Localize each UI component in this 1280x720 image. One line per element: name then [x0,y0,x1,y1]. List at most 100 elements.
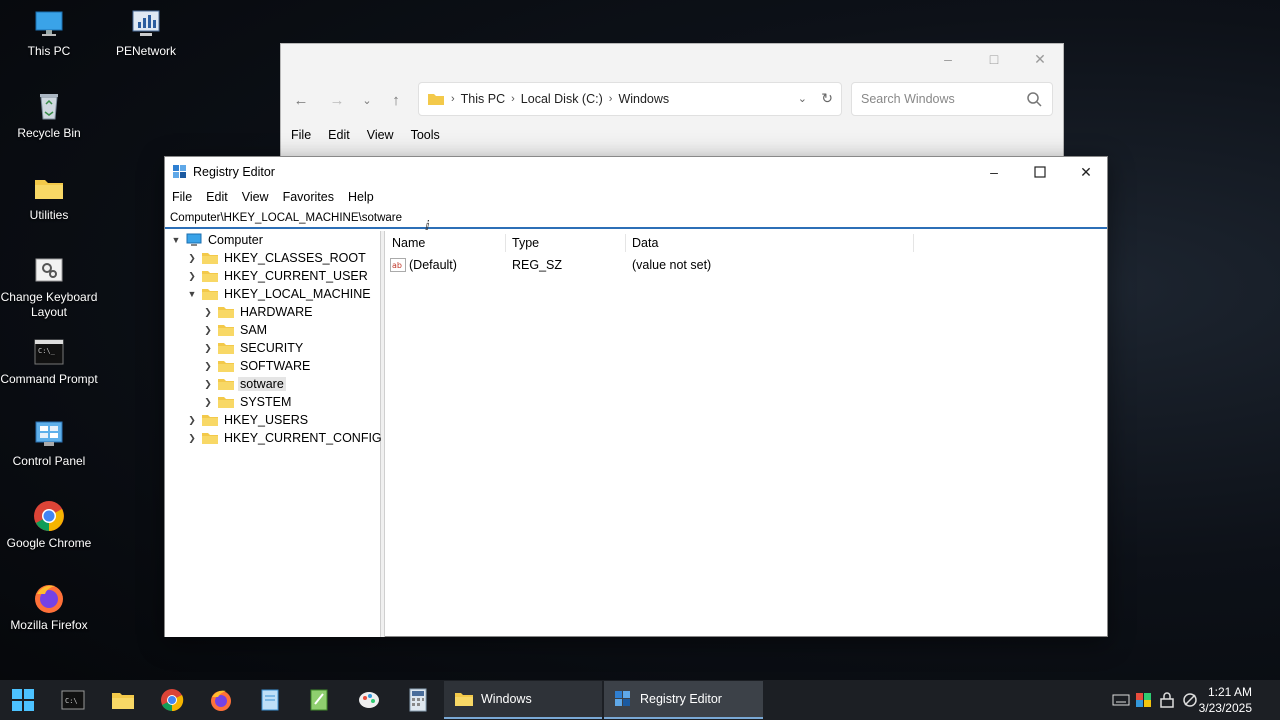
column-header-type[interactable]: Type [506,234,626,252]
forward-button[interactable]: → [325,88,349,112]
taskbar-editor[interactable] [299,684,339,716]
chevron-right-icon[interactable]: ❯ [201,325,215,336]
registry-editor-window[interactable]: Registry Editor – ✕ File Edit View Favor… [164,156,1108,637]
tree-node-hkey-users[interactable]: ❯ HKEY_USERS [185,411,310,429]
breadcrumb-item[interactable]: This PC [461,92,505,106]
up-button[interactable]: ↑ [384,88,408,112]
tree-node-hardware[interactable]: ❯ HARDWARE [201,303,314,321]
calculator-icon [409,688,427,712]
desktop-icon-penetwork[interactable]: PENetwork [97,8,195,59]
chevron-right-icon[interactable]: ❯ [201,397,215,408]
chevron-right-icon[interactable]: ❯ [201,307,215,318]
folder-icon [202,253,218,264]
display-tray-icon[interactable] [1135,692,1153,708]
breadcrumb-item[interactable]: Local Disk (C:) [521,92,603,106]
tree-node-system[interactable]: ❯ SYSTEM [201,393,293,411]
chevron-right-icon[interactable]: ❯ [185,271,199,282]
lock-tray-icon[interactable] [1158,692,1176,708]
taskbar-firefox[interactable] [201,684,241,716]
folder-icon [218,361,234,372]
tree-node-hkey-classes-root[interactable]: ❯ HKEY_CLASSES_ROOT [185,249,368,267]
search-input[interactable]: Search Windows [851,82,1053,116]
tree-node-security[interactable]: ❯ SECURITY [201,339,305,357]
tree-node-label: HKEY_USERS [224,413,309,427]
firefox-icon [33,582,65,614]
chevron-down-icon[interactable]: ⌄ [798,92,807,105]
maximize-button[interactable] [1017,157,1063,187]
close-button[interactable]: ✕ [1063,157,1109,187]
desktop-icon-control-panel[interactable]: Control Panel [0,418,98,469]
taskbar-notepad[interactable] [250,684,290,716]
minimize-button[interactable]: – [971,157,1017,187]
address-bar[interactable]: › This PC › Local Disk (C:) › Windows ⌄ … [418,82,842,116]
menu-view[interactable]: View [367,128,394,142]
chevron-right-icon[interactable]: ❯ [185,415,199,426]
desktop-icon-recycle-bin[interactable]: Recycle Bin [0,90,98,141]
chevron-down-icon[interactable]: ▼ [185,289,199,299]
back-button[interactable]: ← [289,88,313,112]
close-button[interactable]: ✕ [1017,44,1063,74]
taskbar-calculator[interactable] [398,684,438,716]
chevron-down-icon[interactable]: ▼ [169,235,183,245]
windows-logo-icon [12,689,34,711]
chevron-right-icon[interactable]: ❯ [185,433,199,444]
maximize-button[interactable]: □ [971,44,1017,74]
menu-file[interactable]: File [172,187,192,207]
taskbar-command-prompt[interactable]: C:\ [53,684,93,716]
values-list[interactable]: Name Type Data ab (Default) REG_SZ (valu… [386,231,1107,637]
recent-locations-button[interactable]: ⌄ [355,88,379,112]
minimize-button[interactable]: – [925,44,971,74]
menu-edit[interactable]: Edit [328,128,350,142]
folder-icon [202,415,218,426]
desktop-icon-google-chrome[interactable]: Google Chrome [0,500,98,551]
menu-view[interactable]: View [242,187,269,207]
keyboard-tray-icon[interactable] [1112,692,1130,708]
refresh-icon[interactable]: ↻ [821,90,833,107]
menu-edit[interactable]: Edit [206,187,228,207]
registry-tree[interactable]: ▼ Computer ❯ HKEY_CLASSES_ROOT ❯ HKEY_CU… [165,231,384,637]
registry-editor-icon [173,165,186,178]
arrow-left-icon: ← [293,91,309,109]
taskbar-task-registry-editor[interactable]: Registry Editor [604,681,763,719]
taskbar-paint[interactable] [349,684,389,716]
chevron-right-icon[interactable]: ❯ [201,379,215,390]
taskbar-chrome[interactable] [152,684,192,716]
column-header-data[interactable]: Data [626,234,914,252]
chevron-right-icon[interactable]: ❯ [185,253,199,264]
desktop-icon-change-keyboard-layout[interactable]: Change Keyboard Layout [0,254,98,320]
tree-node-hkey-local-machine[interactable]: ▼ HKEY_LOCAL_MACHINE [185,285,373,303]
taskbar-file-explorer[interactable] [103,684,143,716]
tree-node-hkey-current-config[interactable]: ❯ HKEY_CURRENT_CONFIG [185,429,384,447]
desktop-icon-command-prompt[interactable]: C:\_ Command Prompt [0,336,98,387]
column-header-name[interactable]: Name [386,234,506,252]
desktop-icon-label: PENetwork [115,44,177,58]
folder-icon [218,343,234,354]
desktop-icon-utilities[interactable]: Utilities [0,172,98,223]
path-input[interactable]: Computer\HKEY_LOCAL_MACHINE\sotware [165,207,1107,229]
pane-splitter[interactable] [381,231,385,637]
tree-node-sotware[interactable]: ❯ sotware [201,375,286,393]
menu-tools[interactable]: Tools [411,128,440,142]
breadcrumb-item[interactable]: Windows [618,92,669,106]
text-cursor-icon: ⅈ [425,218,430,233]
menu-file[interactable]: File [291,128,311,142]
tree-node-sam[interactable]: ❯ SAM [201,321,269,339]
taskbar-clock[interactable]: 1:21 AM 3/23/2025 [1199,684,1252,716]
chevron-right-icon[interactable]: ❯ [201,361,215,372]
tree-node-hkey-current-user[interactable]: ❯ HKEY_CURRENT_USER [185,267,370,285]
tree-node-computer[interactable]: ▼ Computer [169,231,265,249]
start-button[interactable] [3,684,43,716]
network-tray-icon[interactable] [1181,692,1199,708]
desktop-icon-this-pc[interactable]: This PC [0,8,98,59]
menu-favorites[interactable]: Favorites [283,187,334,207]
desktop-icon-mozilla-firefox[interactable]: Mozilla Firefox [0,582,98,633]
tree-node-label: SYSTEM [240,395,292,409]
tree-node-software[interactable]: ❯ SOFTWARE [201,357,312,375]
explorer-window[interactable]: – □ ✕ ← → ⌄ ↑ › This PC › Local Disk (C:… [280,43,1064,163]
tree-node-label: HARDWARE [240,305,313,319]
taskbar-task-windows[interactable]: Windows [444,681,602,719]
chevron-right-icon[interactable]: ❯ [201,343,215,354]
title-bar[interactable]: Registry Editor – ✕ [165,157,1107,187]
menu-help[interactable]: Help [348,187,374,207]
control-panel-icon [33,418,65,450]
